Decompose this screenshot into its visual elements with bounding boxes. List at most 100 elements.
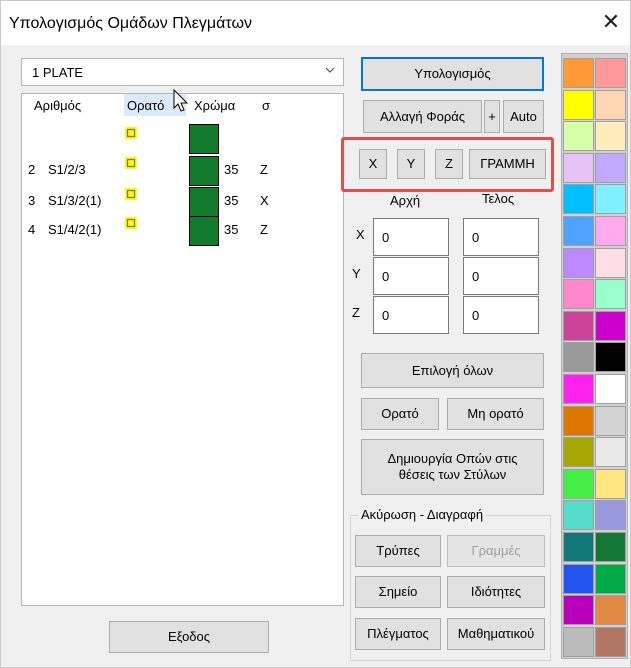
palette-color-swatch[interactable]	[563, 184, 594, 215]
visible-icon[interactable]	[124, 126, 138, 140]
window-title: Υπολογισμός Ομάδων Πλεγμάτων	[9, 15, 252, 32]
palette-color-swatch[interactable]	[563, 437, 594, 468]
row-direction: Z	[260, 162, 268, 177]
point-button[interactable]: Σημείο	[355, 576, 441, 608]
z-end-field[interactable]: 0	[463, 296, 539, 334]
column-header-number[interactable]: Αριθμός	[34, 98, 81, 113]
dialog-window: Υπολογισμός Ομάδων Πλεγμάτων ✕ 1 PLATE Α…	[0, 0, 631, 668]
row-number: 2	[28, 162, 36, 177]
color-swatch[interactable]	[189, 124, 219, 154]
visible-icon[interactable]	[124, 216, 138, 230]
row-name: S1/1/2	[48, 130, 86, 145]
palette-color-swatch[interactable]	[563, 89, 594, 120]
exit-button[interactable]: Εξοδος	[109, 621, 269, 653]
column-header-color[interactable]: Χρώμα	[194, 98, 235, 113]
palette-color-swatch[interactable]	[563, 121, 594, 152]
visible-button[interactable]: Ορατό	[361, 398, 439, 430]
mesh-group-list[interactable]: Αριθμός Ορατό Χρώμα σ 1 S1/1/2 35 X 2 S1…	[21, 88, 344, 606]
palette-color-swatch[interactable]	[563, 152, 594, 183]
palette-color-swatch[interactable]	[595, 279, 626, 310]
palette-color-swatch[interactable]	[595, 247, 626, 278]
palette-color-swatch[interactable]	[595, 152, 626, 183]
visible-icon[interactable]	[124, 156, 138, 170]
calculate-button[interactable]: Υπολογισμός	[361, 57, 544, 91]
color-swatch[interactable]	[189, 216, 219, 246]
palette-color-swatch[interactable]	[595, 121, 626, 152]
palette-color-swatch[interactable]	[595, 468, 626, 499]
row-direction: Z	[260, 222, 268, 237]
x-end-field[interactable]: 0	[463, 218, 539, 256]
row-direction: X	[260, 193, 269, 208]
palette-color-swatch[interactable]	[595, 500, 626, 531]
row-value: 35	[224, 162, 239, 177]
select-all-button[interactable]: Επιλογή όλων	[361, 353, 544, 388]
math-button[interactable]: Μαθηματικού	[447, 618, 545, 650]
palette-color-swatch[interactable]	[563, 468, 594, 499]
x-start-field[interactable]: 0	[373, 218, 449, 256]
properties-button[interactable]: Ιδιότητες	[447, 576, 545, 608]
list-item-1[interactable]: 1 S1/1/2 35 X	[22, 124, 286, 154]
row-number: 4	[28, 222, 36, 237]
not-visible-button[interactable]: Μη ορατό	[447, 398, 544, 430]
palette-color-swatch[interactable]	[563, 342, 594, 373]
palette-color-swatch[interactable]	[563, 216, 594, 246]
list-item-2[interactable]: 2 S1/2/3 35 Z	[22, 156, 286, 186]
palette-color-swatch[interactable]	[595, 89, 626, 120]
plate-dropdown[interactable]: 1 PLATE	[21, 58, 344, 86]
y-start-value: 0	[382, 269, 390, 284]
row-name: S1/2/3	[48, 162, 86, 177]
row-value: 35	[224, 222, 239, 237]
cancel-delete-caption: Ακύρωση - Διαγραφή	[358, 507, 487, 522]
palette-color-swatch[interactable]	[563, 595, 594, 626]
palette-color-swatch[interactable]	[595, 342, 626, 373]
y-end-field[interactable]: 0	[463, 257, 539, 295]
palette-color-swatch[interactable]	[595, 58, 626, 88]
palette-color-swatch[interactable]	[563, 626, 594, 657]
palette-color-swatch[interactable]	[595, 563, 626, 594]
palette-color-swatch[interactable]	[595, 532, 626, 562]
plus-button[interactable]: +	[484, 100, 500, 133]
list-item-4[interactable]: 4 S1/4/2(1) 35 Z	[22, 216, 286, 246]
palette-color-swatch[interactable]	[595, 374, 626, 404]
column-header-visible[interactable]: Ορατό	[127, 98, 164, 113]
meshes-button[interactable]: Πλέγματος	[355, 618, 441, 650]
palette-color-swatch[interactable]	[595, 310, 626, 341]
row-value: 35	[224, 193, 239, 208]
palette-color-swatch[interactable]	[563, 58, 594, 88]
palette-color-swatch[interactable]	[595, 626, 626, 657]
row-value: 35	[224, 130, 239, 145]
palette-color-swatch[interactable]	[563, 374, 594, 404]
holes-button[interactable]: Τρύπες	[355, 535, 441, 567]
palette-color-swatch[interactable]	[595, 595, 626, 626]
row-direction: X	[260, 130, 269, 145]
palette-color-swatch[interactable]	[595, 405, 626, 436]
y-start-field[interactable]: 0	[373, 257, 449, 295]
palette-color-swatch[interactable]	[563, 247, 594, 278]
palette-color-swatch[interactable]	[595, 216, 626, 246]
auto-button[interactable]: Auto	[503, 100, 544, 133]
y-end-value: 0	[472, 269, 480, 284]
palette-color-swatch[interactable]	[563, 532, 594, 562]
palette-color-swatch[interactable]	[563, 500, 594, 531]
row-name: S1/4/2(1)	[48, 222, 102, 237]
z-start-value: 0	[382, 308, 390, 323]
palette-color-swatch[interactable]	[563, 310, 594, 341]
change-direction-button[interactable]: Αλλαγή Φοράς	[363, 100, 482, 133]
z-start-field[interactable]: 0	[373, 296, 449, 334]
color-swatch[interactable]	[189, 187, 219, 217]
palette-color-swatch[interactable]	[563, 279, 594, 310]
z-end-value: 0	[472, 308, 480, 323]
color-swatch[interactable]	[189, 156, 219, 186]
palette-color-swatch[interactable]	[563, 405, 594, 436]
row-name: S1/3/2(1)	[48, 193, 102, 208]
palette-color-swatch[interactable]	[595, 437, 626, 468]
title-bar: Υπολογισμός Ομάδων Πλεγμάτων ✕	[1, 1, 630, 45]
create-holes-button[interactable]: Δημιουργία Οπών στις θέσεις των Στύλων	[361, 439, 544, 495]
palette-color-swatch[interactable]	[563, 563, 594, 594]
close-icon[interactable]: ✕	[600, 10, 622, 34]
list-item-3[interactable]: 3 S1/3/2(1) 35 X	[22, 187, 286, 217]
visible-icon[interactable]	[124, 187, 138, 201]
palette-color-swatch[interactable]	[595, 184, 626, 215]
column-header-direction[interactable]: σ	[262, 98, 270, 113]
lines-button[interactable]: Γραμμές	[447, 535, 545, 567]
